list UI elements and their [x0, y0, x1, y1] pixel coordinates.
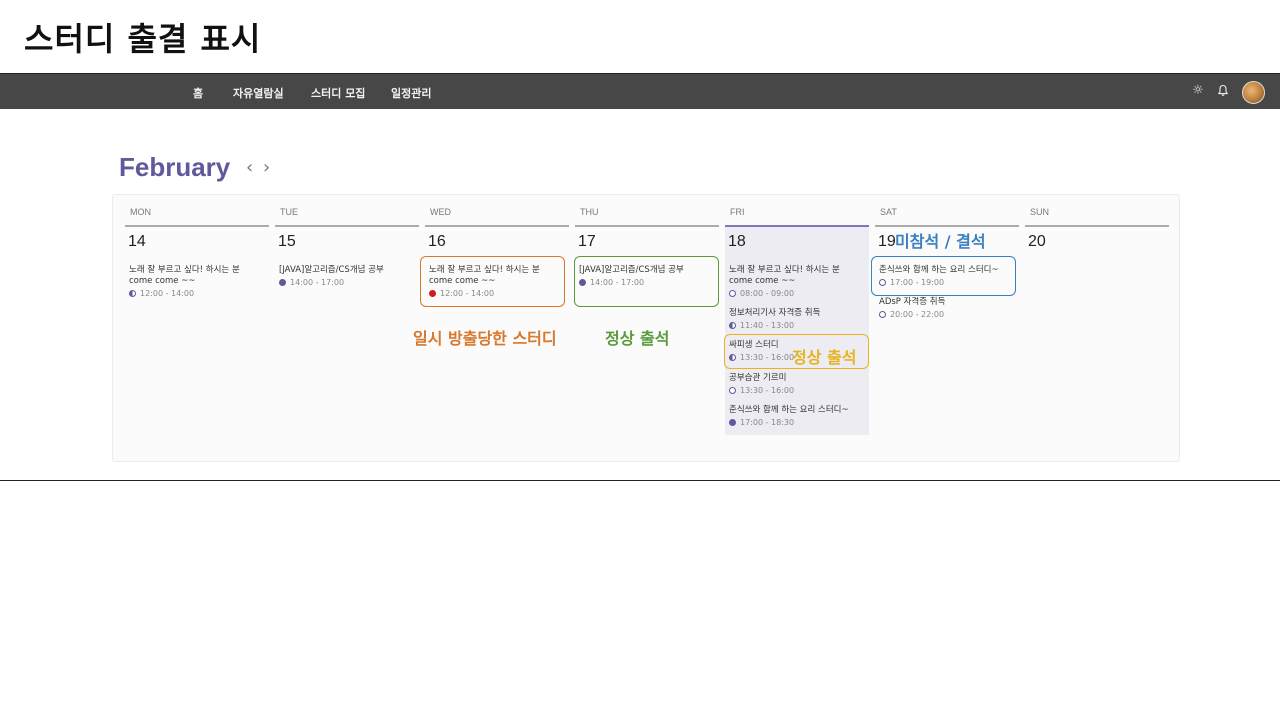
nav-home[interactable]: 홈: [193, 85, 203, 101]
weekday-label: SAT: [880, 207, 897, 217]
attendance-full-icon: [279, 279, 286, 286]
prev-month-button[interactable]: ‹: [246, 157, 253, 178]
highlight-box-sat: [871, 256, 1016, 296]
weekday-label: MON: [130, 207, 151, 217]
annotation-kicked: 일시 방출당한 스터디: [413, 329, 557, 348]
event-time: 13:30 - 16:00: [740, 386, 795, 395]
highlight-box-thu: [574, 256, 719, 307]
day-number: 20: [1028, 233, 1046, 250]
day-number: 16: [428, 233, 446, 250]
slide-title: 스터디 출결 표시: [24, 20, 262, 58]
calendar-event[interactable]: 공부습관 기르미 13:30 - 16:00: [729, 373, 865, 395]
event-time: 17:00 - 18:30: [740, 418, 795, 427]
attendance-full-icon: [729, 419, 736, 426]
avatar[interactable]: [1242, 81, 1265, 104]
event-title: [JAVA]알고리즘/CS개념 공부: [279, 265, 384, 275]
attendance-absent-icon: [879, 311, 886, 318]
annotation-normal-thu: 정상 출석: [605, 329, 670, 348]
calendar-event[interactable]: [JAVA]알고리즘/CS개념 공부 14:00 - 17:00: [279, 265, 415, 287]
weekday-divider: [125, 225, 269, 227]
highlight-box-wed: [420, 256, 565, 307]
event-time: 08:00 - 09:00: [740, 289, 795, 298]
calendar-event[interactable]: 노래 잘 부르고 싶다! 하시는 분 come come ~~ 08:00 - …: [729, 265, 865, 298]
weekday-divider: [425, 225, 569, 227]
event-time: 12:00 - 14:00: [140, 289, 195, 298]
event-title: 노래 잘 부르고 싶다! 하시는 분 come come ~~: [729, 265, 840, 286]
nav-free-reading-room[interactable]: 자유열람실: [233, 85, 284, 101]
annotation-normal-fri: 정상 출석: [792, 348, 857, 367]
weekday-divider: [875, 225, 1019, 227]
event-time: 20:00 - 22:00: [890, 310, 945, 319]
weekday-divider: [275, 225, 419, 227]
day-number: 14: [128, 233, 146, 250]
attendance-half-icon: [729, 322, 736, 329]
day-number: 19: [878, 233, 896, 250]
event-title: 공부습관 기르미: [729, 373, 787, 383]
weekday-label: THU: [580, 207, 599, 217]
event-time: 11:40 - 13:00: [740, 321, 795, 330]
calendar-event[interactable]: ADsP 자격증 취득 20:00 - 22:00: [879, 297, 1015, 319]
navbar: 홈 자유열람실 스터디 모집 일정관리 ☼: [0, 73, 1280, 109]
day-column-fri: FRI 18 노래 잘 부르고 싶다! 하시는 분 come come ~~ 0…: [725, 195, 869, 461]
weekday-label: FRI: [730, 207, 745, 217]
event-title: 노래 잘 부르고 싶다! 하시는 분 come come ~~: [129, 265, 240, 286]
nav-schedule[interactable]: 일정관리: [391, 85, 431, 101]
attendance-half-icon: [129, 290, 136, 297]
event-title: ADsP 자격증 취득: [879, 297, 946, 307]
day-number: 18: [728, 233, 746, 250]
day-column-tue: TUE 15 [JAVA]알고리즘/CS개념 공부 14:00 - 17:00: [275, 195, 419, 461]
day-column-mon: MON 14 노래 잘 부르고 싶다! 하시는 분 come come ~~ 1…: [125, 195, 269, 461]
attendance-absent-icon: [729, 387, 736, 394]
screenshot-frame: 홈 자유열람실 스터디 모집 일정관리 ☼ February ‹ › MON 1…: [0, 73, 1280, 481]
weekday-divider: [575, 225, 719, 227]
calendar-event[interactable]: 춘식쓰와 함께 하는 요리 스터디~ 17:00 - 18:30: [729, 405, 865, 427]
weekday-label: WED: [430, 207, 451, 217]
next-month-button[interactable]: ›: [263, 157, 270, 178]
weekday-label: SUN: [1030, 207, 1050, 217]
event-title: 춘식쓰와 함께 하는 요리 스터디~: [729, 405, 849, 415]
event-time: 14:00 - 17:00: [290, 278, 345, 287]
nav-study-recruit[interactable]: 스터디 모집: [311, 85, 365, 101]
calendar-event[interactable]: 정보처리기사 자격증 취득 11:40 - 13:00: [729, 308, 865, 330]
attendance-absent-icon: [729, 290, 736, 297]
event-title: 정보처리기사 자격증 취득: [729, 308, 821, 318]
weekday-label: TUE: [280, 207, 298, 217]
sun-icon[interactable]: ☼: [1191, 84, 1205, 98]
month-title: February: [119, 152, 231, 182]
weekday-divider: [1025, 225, 1169, 227]
day-number: 15: [278, 233, 296, 250]
weekday-divider: [725, 225, 869, 227]
day-column-sun: SUN 20: [1025, 195, 1169, 461]
bell-icon[interactable]: [1216, 84, 1230, 98]
calendar-event[interactable]: 노래 잘 부르고 싶다! 하시는 분 come come ~~ 12:00 - …: [129, 265, 265, 298]
day-number: 17: [578, 233, 596, 250]
annotation-absent: 미참석 / 결석: [895, 232, 986, 251]
